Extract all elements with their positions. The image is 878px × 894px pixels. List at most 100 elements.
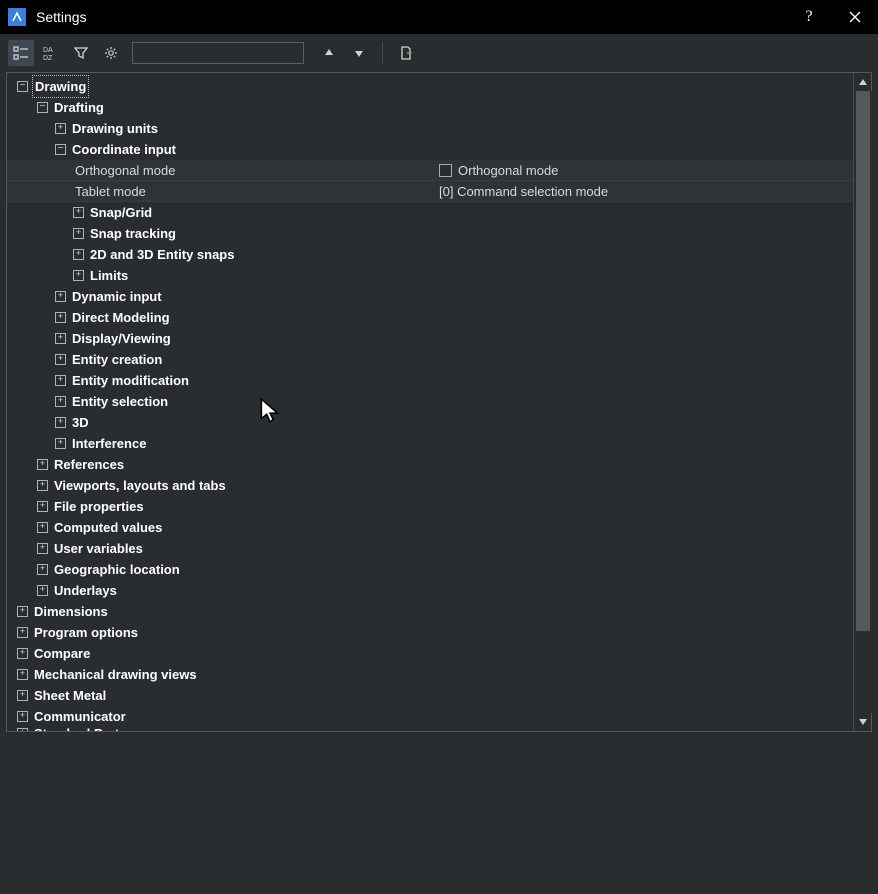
close-button[interactable] — [832, 0, 878, 34]
collapse-icon[interactable] — [17, 81, 28, 92]
expand-icon[interactable] — [37, 585, 48, 596]
checkbox[interactable] — [439, 164, 452, 177]
tree-node-interference[interactable]: Interference — [7, 433, 853, 454]
tree-node-entity-creation[interactable]: Entity creation — [7, 349, 853, 370]
vertical-scrollbar[interactable] — [853, 73, 871, 731]
expand-icon[interactable] — [73, 228, 84, 239]
tree-node-drawing-units[interactable]: Drawing units — [7, 118, 853, 139]
export-button[interactable] — [393, 40, 419, 66]
tree-label: Dynamic input — [72, 286, 162, 307]
tree-node-computed-values[interactable]: Computed values — [7, 517, 853, 538]
category-view-button[interactable] — [8, 40, 34, 66]
expand-icon[interactable] — [55, 396, 66, 407]
expand-icon[interactable] — [55, 123, 66, 134]
tree-label: 2D and 3D Entity snaps — [90, 244, 234, 265]
tree-node-3d[interactable]: 3D — [7, 412, 853, 433]
tree-label: Direct Modeling — [72, 307, 170, 328]
expand-icon[interactable] — [55, 312, 66, 323]
help-button[interactable]: ? — [786, 0, 832, 34]
window-title: Settings — [36, 9, 786, 25]
tree-node-entity-snaps[interactable]: 2D and 3D Entity snaps — [7, 244, 853, 265]
tree-label: Underlays — [54, 580, 117, 601]
expand-icon[interactable] — [17, 669, 28, 680]
app-icon — [8, 8, 26, 26]
expand-icon[interactable] — [37, 501, 48, 512]
filter-button[interactable] — [68, 40, 94, 66]
title-bar: Settings ? — [0, 0, 878, 34]
tree-node-sheet-metal[interactable]: Sheet Metal — [7, 685, 853, 706]
tree-node-drawing[interactable]: Drawing — [7, 76, 853, 97]
property-value-text: [0] Command selection mode — [439, 184, 608, 199]
tree-label: Program options — [34, 622, 138, 643]
tree-node-references[interactable]: References — [7, 454, 853, 475]
tree-node-limits[interactable]: Limits — [7, 265, 853, 286]
tree-node-coordinate-input[interactable]: Coordinate input — [7, 139, 853, 160]
up-arrow-button[interactable] — [316, 40, 342, 66]
tree-node-direct-modeling[interactable]: Direct Modeling — [7, 307, 853, 328]
settings-gear-button[interactable] — [98, 40, 124, 66]
tree-node-snap-tracking[interactable]: Snap tracking — [7, 223, 853, 244]
tree-label: Communicator — [34, 706, 126, 727]
tree-node-standard-parts[interactable]: Standard Parts — [7, 727, 853, 731]
tree-node-file-properties[interactable]: File properties — [7, 496, 853, 517]
tree-node-compare[interactable]: Compare — [7, 643, 853, 664]
tree-node-geographic-location[interactable]: Geographic location — [7, 559, 853, 580]
tree-node-program-options[interactable]: Program options — [7, 622, 853, 643]
tree-node-snap-grid[interactable]: Snap/Grid — [7, 202, 853, 223]
expand-icon[interactable] — [17, 648, 28, 659]
expand-icon[interactable] — [73, 207, 84, 218]
scroll-thumb[interactable] — [856, 91, 870, 631]
tree-label: Mechanical drawing views — [34, 664, 197, 685]
property-value[interactable]: Orthogonal mode — [439, 163, 853, 178]
tree-node-display-viewing[interactable]: Display/Viewing — [7, 328, 853, 349]
expand-icon[interactable] — [17, 690, 28, 701]
expand-icon[interactable] — [55, 417, 66, 428]
expand-icon[interactable] — [37, 459, 48, 470]
settings-tree[interactable]: Drawing Drafting Drawing units Coordinat… — [7, 73, 853, 731]
expand-icon[interactable] — [55, 354, 66, 365]
expand-icon[interactable] — [73, 270, 84, 281]
down-arrow-button[interactable] — [346, 40, 372, 66]
tree-node-drafting[interactable]: Drafting — [7, 97, 853, 118]
tree-label: Sheet Metal — [34, 685, 106, 706]
expand-icon[interactable] — [17, 711, 28, 722]
property-row-tablet-mode[interactable]: Tablet mode [0] Command selection mode — [7, 181, 853, 202]
property-value[interactable]: [0] Command selection mode — [439, 184, 853, 199]
tree-node-underlays[interactable]: Underlays — [7, 580, 853, 601]
bottom-panel — [0, 738, 878, 888]
tree-node-mechanical-drawing-views[interactable]: Mechanical drawing views — [7, 664, 853, 685]
svg-text:DA: DA — [43, 47, 53, 54]
property-row-orthogonal-mode[interactable]: Orthogonal mode Orthogonal mode — [7, 160, 853, 181]
tree-label: Limits — [90, 265, 128, 286]
expand-icon[interactable] — [55, 438, 66, 449]
expand-icon[interactable] — [37, 522, 48, 533]
tree-node-entity-modification[interactable]: Entity modification — [7, 370, 853, 391]
search-input[interactable] — [132, 42, 304, 64]
expand-icon[interactable] — [17, 606, 28, 617]
tree-node-dimensions[interactable]: Dimensions — [7, 601, 853, 622]
tree-node-entity-selection[interactable]: Entity selection — [7, 391, 853, 412]
expand-icon[interactable] — [55, 375, 66, 386]
tree-label: Viewports, layouts and tabs — [54, 475, 226, 496]
tree-label: Drawing units — [72, 118, 158, 139]
alpha-sort-button[interactable]: DADZ — [38, 40, 64, 66]
tree-node-viewports[interactable]: Viewports, layouts and tabs — [7, 475, 853, 496]
expand-icon[interactable] — [37, 543, 48, 554]
expand-icon[interactable] — [37, 480, 48, 491]
expand-icon[interactable] — [73, 249, 84, 260]
tree-label: Snap/Grid — [90, 202, 152, 223]
collapse-icon[interactable] — [37, 102, 48, 113]
tree-node-dynamic-input[interactable]: Dynamic input — [7, 286, 853, 307]
tree-label: Entity selection — [72, 391, 168, 412]
expand-icon[interactable] — [37, 564, 48, 575]
collapse-icon[interactable] — [55, 144, 66, 155]
scroll-down-arrow[interactable] — [854, 713, 872, 731]
scroll-track[interactable] — [854, 91, 872, 713]
expand-icon[interactable] — [17, 728, 28, 732]
tree-node-communicator[interactable]: Communicator — [7, 706, 853, 727]
expand-icon[interactable] — [17, 627, 28, 638]
scroll-up-arrow[interactable] — [854, 73, 872, 91]
tree-node-user-variables[interactable]: User variables — [7, 538, 853, 559]
expand-icon[interactable] — [55, 333, 66, 344]
expand-icon[interactable] — [55, 291, 66, 302]
